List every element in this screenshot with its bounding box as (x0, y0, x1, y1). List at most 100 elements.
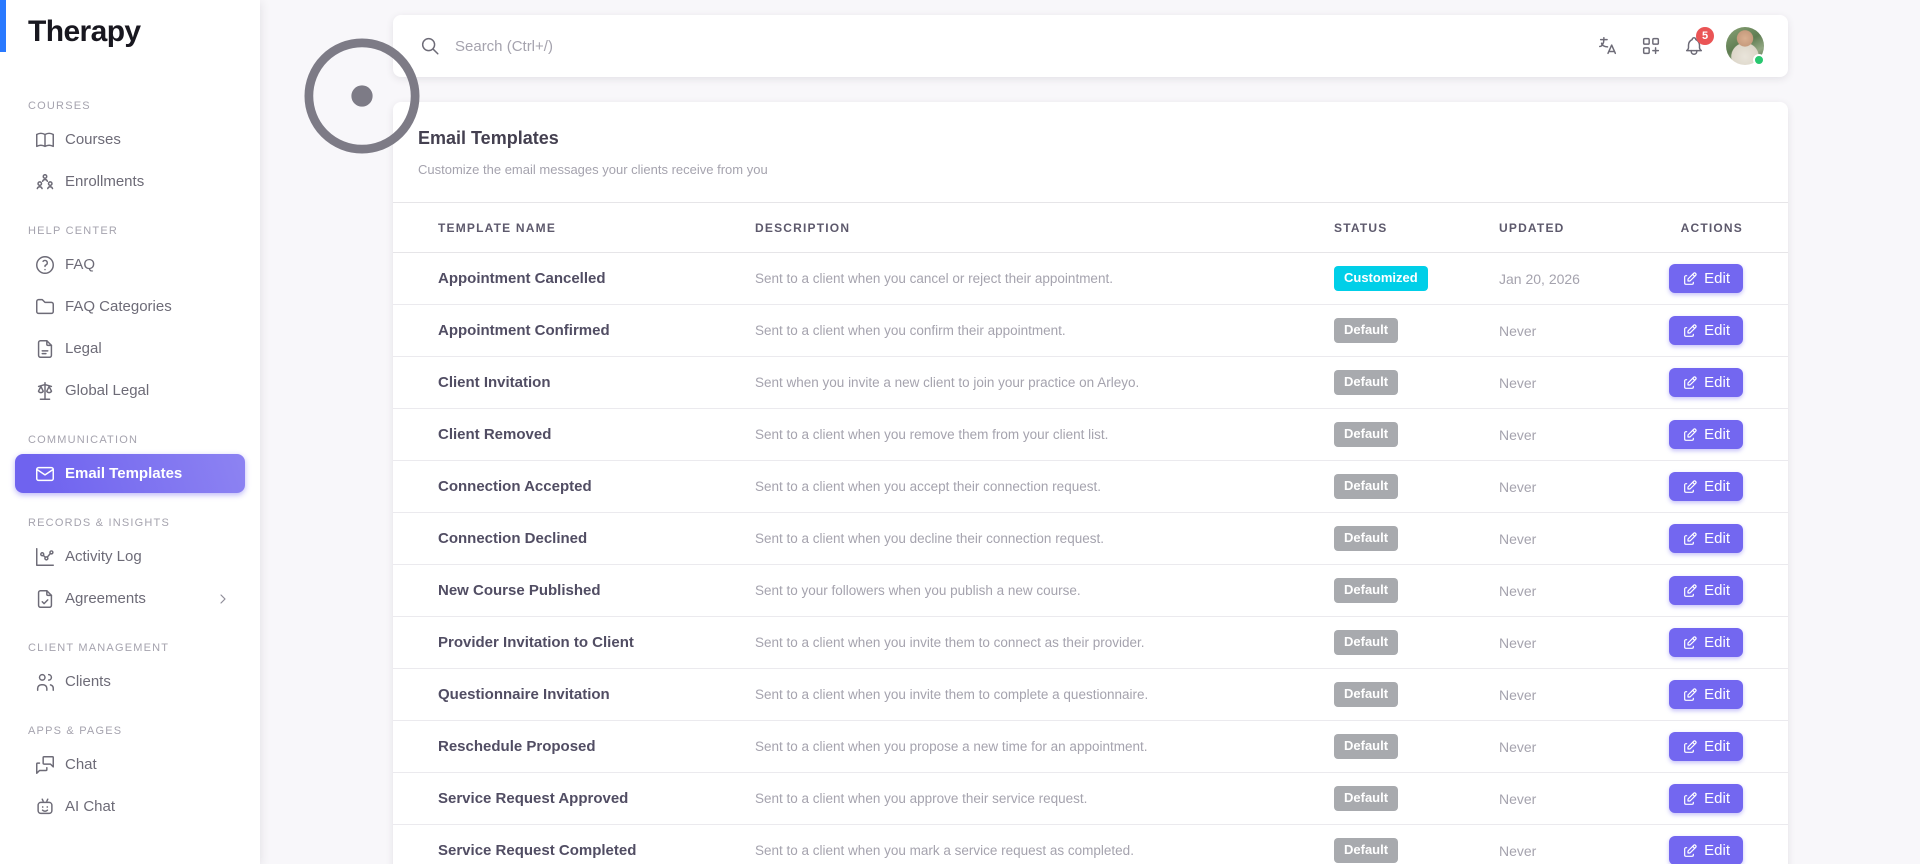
template-name: Connection Accepted (438, 478, 592, 495)
search-input[interactable] (455, 37, 975, 55)
sidebar-item-agreements[interactable]: Agreements (15, 579, 245, 618)
sidebar-item-ai-chat[interactable]: AI Chat (15, 787, 245, 826)
status-badge: Default (1334, 422, 1399, 447)
template-description: Sent to a client when you cancel or reje… (755, 271, 1113, 286)
sidebar-section-client-management: CLIENT MANAGEMENT (28, 642, 170, 654)
template-name: Connection Declined (438, 530, 588, 547)
updated-date: Jan 20, 2026 (1499, 270, 1580, 287)
edit-icon (1682, 271, 1698, 287)
edit-icon (1682, 583, 1698, 599)
edit-button-label: Edit (1704, 530, 1730, 547)
sidebar-item-enrollments[interactable]: Enrollments (15, 162, 245, 201)
sidebar-item-faq[interactable]: FAQ (15, 245, 245, 284)
edit-button[interactable]: Edit (1669, 732, 1743, 761)
edit-button[interactable]: Edit (1669, 316, 1743, 345)
users-group-icon (34, 171, 56, 193)
sidebar-item-label: Clients (65, 673, 111, 690)
template-description: Sent to a client when you confirm their … (755, 323, 1066, 338)
edit-button[interactable]: Edit (1669, 264, 1743, 293)
edit-button-label: Edit (1704, 738, 1730, 755)
robot-icon (34, 796, 56, 818)
sidebar-item-label: Legal (65, 340, 102, 357)
table-row: Appointment Confirmed Sent to a client w… (393, 305, 1788, 357)
template-description: Sent when you invite a new client to joi… (755, 375, 1140, 390)
edit-button[interactable]: Edit (1669, 420, 1743, 449)
sidebar-item-faq-categories[interactable]: FAQ Categories (15, 287, 245, 326)
edit-button-label: Edit (1704, 842, 1730, 859)
search-bar[interactable] (419, 35, 1597, 57)
sidebar: Therapy COURSES Courses Enrollments HELP… (0, 0, 260, 864)
sidebar-item-legal[interactable]: Legal (15, 329, 245, 368)
col-status: Status (1334, 220, 1388, 235)
status-badge: Default (1334, 734, 1399, 759)
top-navbar: 5 (393, 15, 1788, 77)
sidebar-item-global-legal[interactable]: Global Legal (15, 371, 245, 410)
template-name: Appointment Cancelled (438, 270, 606, 287)
template-description: Sent to a client when you approve their … (755, 791, 1088, 806)
edit-icon (1682, 375, 1698, 391)
sidebar-item-label: Agreements (65, 590, 146, 607)
template-name: New Course Published (438, 582, 601, 599)
sidebar-section-records-insights: RECORDS & INSIGHTS (28, 517, 171, 529)
page-subtitle: Customize the email messages your client… (418, 162, 768, 177)
status-badge: Default (1334, 786, 1399, 811)
edit-button[interactable]: Edit (1669, 524, 1743, 553)
edit-button[interactable]: Edit (1669, 680, 1743, 709)
scales-icon (34, 380, 56, 402)
help-circle-icon (34, 254, 56, 276)
sidebar-item-label: AI Chat (65, 798, 116, 815)
edit-button[interactable]: Edit (1669, 368, 1743, 397)
menu-pin-toggle-icon[interactable] (212, 21, 234, 43)
sidebar-item-courses[interactable]: Courses (15, 120, 245, 159)
sidebar-item-chat[interactable]: Chat (15, 745, 245, 784)
edit-icon (1682, 739, 1698, 755)
edit-button-label: Edit (1704, 790, 1730, 807)
table-row: Connection Accepted Sent to a client whe… (393, 461, 1788, 513)
updated-date: Never (1499, 686, 1537, 703)
sidebar-section-apps-pages: APPS & PAGES (28, 725, 123, 737)
status-badge: Default (1334, 630, 1399, 655)
template-description: Sent to your followers when you publish … (755, 583, 1081, 598)
edit-button[interactable]: Edit (1669, 836, 1743, 864)
updated-date: Never (1499, 426, 1537, 443)
edit-button[interactable]: Edit (1669, 472, 1743, 501)
edit-button[interactable]: Edit (1669, 784, 1743, 813)
updated-date: Never (1499, 530, 1537, 547)
edit-icon (1682, 635, 1698, 651)
edit-button-label: Edit (1704, 634, 1730, 651)
updated-date: Never (1499, 634, 1537, 651)
bell-icon[interactable]: 5 (1683, 27, 1714, 57)
folder-icon (34, 296, 56, 318)
language-icon[interactable] (1597, 35, 1619, 57)
sidebar-item-email-templates[interactable]: Email Templates (15, 454, 245, 493)
mail-icon (34, 463, 56, 485)
table-row: Questionnaire Invitation Sent to a clien… (393, 669, 1788, 721)
template-name: Service Request Completed (438, 842, 637, 859)
col-updated: Updated (1499, 220, 1565, 235)
edit-button[interactable]: Edit (1669, 576, 1743, 605)
avatar[interactable] (1726, 27, 1765, 66)
grid-add-icon[interactable] (1640, 35, 1662, 57)
template-description: Sent to a client when you mark a service… (755, 843, 1134, 858)
table-row: Client Removed Sent to a client when you… (393, 409, 1788, 461)
template-name: Client Invitation (438, 374, 551, 391)
status-badge: Default (1334, 526, 1399, 551)
sidebar-item-label: Courses (65, 131, 121, 148)
brand: Therapy (0, 0, 260, 64)
edit-button-label: Edit (1704, 270, 1730, 287)
sidebar-item-clients[interactable]: Clients (15, 662, 245, 701)
sidebar-section-communication: COMMUNICATION (28, 434, 139, 446)
sidebar-item-label: Chat (65, 756, 97, 773)
table-row: Service Request Approved Sent to a clien… (393, 773, 1788, 825)
edit-button-label: Edit (1704, 426, 1730, 443)
table-row: Reschedule Proposed Sent to a client whe… (393, 721, 1788, 773)
sidebar-section-help-center: HELP CENTER (28, 225, 119, 237)
edit-button[interactable]: Edit (1669, 628, 1743, 657)
users-icon (34, 671, 56, 693)
messages-icon (34, 754, 56, 776)
status-badge: Default (1334, 682, 1399, 707)
edit-icon (1682, 323, 1698, 339)
chart-dots-icon (34, 546, 56, 568)
sidebar-item-activity-log[interactable]: Activity Log (15, 537, 245, 576)
edit-button-label: Edit (1704, 686, 1730, 703)
